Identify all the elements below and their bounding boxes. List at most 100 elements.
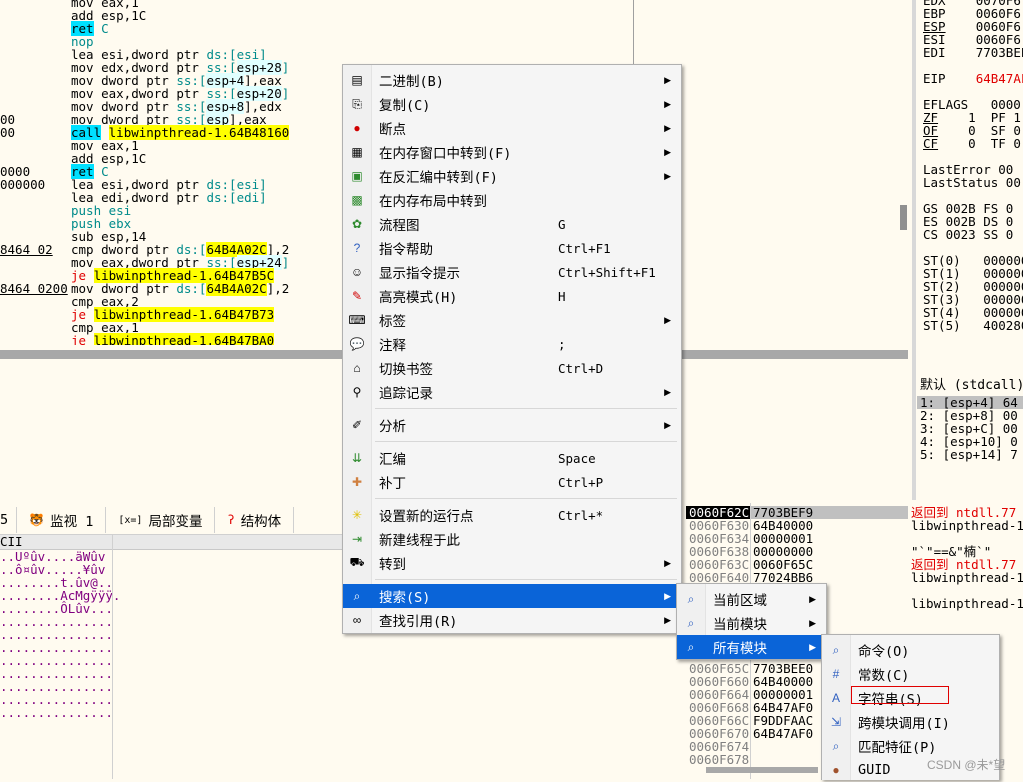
menu-item-tooltip[interactable]: ☺ 显示指令提示 Ctrl+Shift+F1 (343, 260, 681, 284)
menu-item-origin[interactable]: ✳ 设置新的运行点 Ctrl+* (343, 503, 681, 527)
breakpoint-icon: ● (353, 121, 361, 135)
menu-item-label: 搜索(S) (379, 590, 431, 606)
disasm-row[interactable]: ret C (71, 21, 631, 36)
menu-item-help[interactable]: ? 指令帮助 Ctrl+F1 (343, 236, 681, 260)
disasm-token: libwinpthread-1.64B47BA0 (93, 333, 275, 345)
stack-value[interactable]: 64B47AF0 (753, 727, 813, 740)
menu-item-new-thread[interactable]: ⇥ 新建线程于此 (343, 527, 681, 551)
menu-item-label: 注释 (379, 338, 406, 354)
menu-item-label: 复制(C) (379, 98, 431, 114)
search-submenu-item[interactable]: ⌕ 当前模块 ▶ (677, 611, 826, 635)
disasm-token: je (71, 333, 87, 345)
module-search-icon: ⌕ (687, 615, 695, 630)
stack-address[interactable]: 0060F678 (689, 753, 749, 766)
disasm-scroll-track[interactable] (682, 350, 908, 359)
stack-bottom-scrollbar[interactable] (706, 767, 818, 773)
tab-struct[interactable]: ʔ 结构体 (215, 507, 295, 533)
menu-item-label: 切换书签 (379, 362, 433, 378)
menu-item-highlight[interactable]: ✎ 高亮模式(H) H (343, 284, 681, 308)
menu-item-shortcut: ; (558, 336, 566, 352)
stack-comment (911, 610, 1023, 623)
register-row[interactable]: ST(5) 4002800 (923, 319, 1023, 332)
menu-item-label: 在反汇编中转到(F) (379, 170, 498, 186)
menu-item-label: 追踪记录 (379, 386, 433, 402)
menu-item-binary[interactable]: ▤ 二进制(B) ▶ (343, 68, 681, 92)
menu-item-graph[interactable]: ✿ 流程图 G (343, 212, 681, 236)
menu-item-shortcut: Space (558, 450, 596, 466)
submenu-arrow-icon: ▶ (664, 74, 671, 85)
call-convention-header[interactable]: 默认 (stdcall) (920, 379, 1023, 392)
disasm-address-fragment: 8464 02 (0, 242, 53, 257)
register-list: EDX 0070F6...EBP 0060F6ESP 0060F6ESI 006… (923, 0, 1023, 332)
dump-header: CII (0, 535, 345, 550)
menu-item-label: 分析 (379, 419, 406, 435)
disasm-address-fragment (0, 87, 66, 100)
menu-item-memory-map[interactable]: ▩ 在内存布局中转到 (343, 188, 681, 212)
menu-item-label: 在内存窗口中转到(F) (379, 146, 512, 162)
menu-separator (375, 441, 677, 442)
menu-item-label: 补丁 (379, 476, 406, 492)
struct-icon: ʔ (227, 513, 235, 527)
search-submenu-item[interactable]: ⌕ 所有模块 ▶ (677, 635, 826, 659)
submenu-arrow-icon: ▶ (664, 614, 671, 625)
all-modules-item[interactable]: ⇲ 跨模块调用(I) (822, 710, 999, 734)
goto-icon: ⛟ (349, 555, 365, 569)
menu-item-binoculars[interactable]: ∞ 查找引用(R) ▶ (343, 608, 681, 632)
menu-item-label: 转到 (379, 557, 406, 573)
all-modules-item[interactable]: ⌕ 命令(O) (822, 638, 999, 662)
menu-item-analyze[interactable]: ✐ 分析 ▶ (343, 413, 681, 437)
menu-item-memory-window[interactable]: ▦ 在内存窗口中转到(F) ▶ (343, 140, 681, 164)
register-name: ST(5) (923, 318, 961, 333)
memory-map-icon: ▩ (351, 193, 363, 207)
disasm-token: C (93, 21, 109, 36)
disasm-address-fragment (0, 139, 66, 152)
menu-item-label[interactable]: ⌨ 标签 ▶ (343, 308, 681, 332)
graph-icon: ✿ (351, 217, 363, 231)
menu-item-patch[interactable]: ✚ 补丁 Ctrl+P (343, 470, 681, 494)
tab-locals[interactable]: [x=] 局部变量 (106, 507, 216, 533)
disasm-row[interactable]: mov eax,1 (71, 0, 631, 9)
register-pane[interactable]: EDX 0070F6...EBP 0060F6ESP 0060F6ESI 006… (917, 0, 1023, 355)
disasm-bottom-scrollbar[interactable] (0, 350, 345, 359)
bottom-tabs: 5 🐯 监视 1 [x=] 局部变量 ʔ 结构体 (0, 507, 295, 533)
menu-item-goto[interactable]: ⛟ 转到 ▶ (343, 551, 681, 575)
menu-item-comment[interactable]: 💬 注释; (343, 332, 681, 356)
disasm-token: ds:[edi] (206, 190, 267, 205)
menu-item-breakpoint[interactable]: ● 断点 ▶ (343, 116, 681, 140)
search-submenu-item[interactable]: ⌕ 当前区域 ▶ (677, 587, 826, 611)
guid-icon: ● (832, 763, 840, 777)
menu-item-search[interactable]: ⌕ 搜索(S) ▶ (343, 584, 681, 608)
disasm-address-fragment (0, 9, 66, 22)
menu-item-bookmark[interactable]: ⌂ 切换书签 Ctrl+D (343, 356, 681, 380)
tab-5[interactable]: 5 (0, 507, 18, 533)
submenu-arrow-icon: ▶ (664, 146, 671, 157)
stack-value[interactable] (753, 753, 813, 766)
register-pane-scrollbar[interactable] (900, 205, 907, 230)
menu-item-label: 断点 (379, 122, 406, 138)
dump-ascii-row[interactable]: ............... (0, 706, 113, 719)
all-modules-item[interactable]: ⌕ 匹配特征(P) (822, 734, 999, 758)
menu-item-chip[interactable]: ▣ 在反汇编中转到(F) ▶ (343, 164, 681, 188)
submenu-arrow-icon: ▶ (809, 641, 816, 652)
menu-item-label: 指令帮助 (379, 242, 433, 258)
call-convention-pane[interactable]: 默认 (stdcall) 1: [esp+4] 64 2: [esp+8] 00 3… (917, 375, 1023, 500)
tab-watch-1[interactable]: 🐯 监视 1 (17, 507, 107, 533)
all-modules-item[interactable]: # 常数(C) (822, 662, 999, 686)
vertical-splitter[interactable] (912, 0, 916, 500)
pattern-icon: ⌕ (832, 738, 840, 753)
origin-icon: ✳ (351, 508, 363, 522)
disasm-token: 64B4A02C (206, 281, 267, 296)
submenu-arrow-icon: ▶ (809, 593, 816, 604)
menu-item-assemble[interactable]: ⇊ 汇编 Space (343, 446, 681, 470)
menu-separator (375, 579, 677, 580)
stack-value[interactable] (753, 740, 813, 753)
menu-item-copy[interactable]: ⎘ 复制(C) ▶ (343, 92, 681, 116)
call-convention-row[interactable]: 5: [esp+14] 7 (920, 448, 1018, 461)
analyze-icon: ✐ (351, 418, 363, 432)
disasm-address-fragment (0, 256, 66, 269)
disasm-address-fragment (0, 191, 66, 204)
disasm-row[interactable]: add esp,1C (71, 9, 631, 22)
menu-item-trace[interactable]: ⚲ 追踪记录 ▶ (343, 380, 681, 404)
dump-ascii-column[interactable]: ..Uºûv....äWûv ..ô¤ûv.....¥ûv ........t.ûv… (0, 550, 120, 719)
binoculars-icon: ∞ (352, 613, 362, 627)
